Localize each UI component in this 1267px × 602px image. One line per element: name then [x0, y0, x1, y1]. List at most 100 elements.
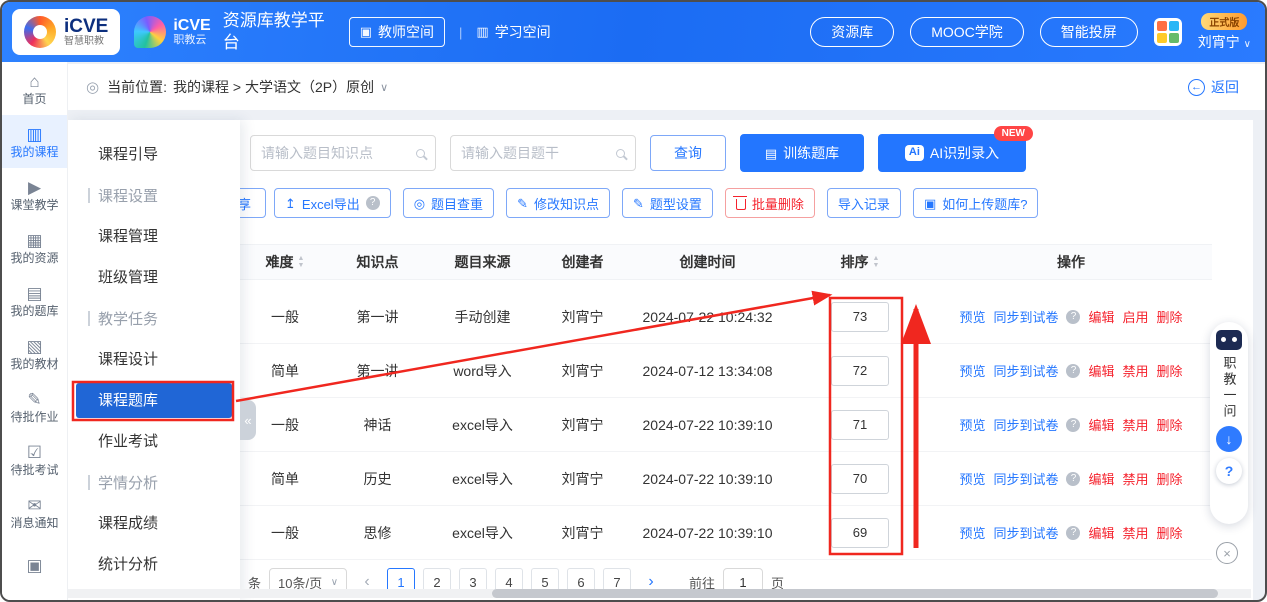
sort-order-input[interactable]	[831, 410, 889, 440]
edit-link[interactable]: 编辑	[1088, 523, 1114, 542]
learning-space-button[interactable]: ▥ 学习空间	[476, 22, 550, 42]
question-type-setting-button[interactable]: ✎ 题型设置	[622, 188, 713, 218]
toggle-status-link[interactable]: 禁用	[1123, 361, 1149, 380]
how-to-upload-button[interactable]: ▣ 如何上传题库?	[913, 188, 1039, 218]
header-question-source: 题目来源	[425, 252, 540, 272]
sort-order-input[interactable]	[831, 518, 889, 548]
delete-link[interactable]: 删除	[1157, 361, 1183, 380]
sync-help-icon[interactable]: ?	[1066, 418, 1080, 432]
sync-help-icon[interactable]: ?	[1066, 526, 1080, 540]
delete-link[interactable]: 删除	[1157, 523, 1183, 542]
header-right: 资源库 MOOC学院 智能投屏 正式版 刘宵宁 ∨	[810, 13, 1251, 52]
sync-help-icon[interactable]: ?	[1066, 310, 1080, 324]
submenu-item-course-grades[interactable]: 课程成绩	[68, 503, 240, 544]
sidebar-item-classroom-teaching[interactable]: ▶ 课堂教学	[2, 168, 67, 221]
submenu-item-course-guide[interactable]: 课程引导	[68, 134, 240, 175]
header-difficulty[interactable]: 难度 ▲▼	[240, 252, 330, 272]
excel-help-icon[interactable]: ?	[366, 196, 380, 210]
submenu-item-course-question-bank[interactable]: 课程题库	[76, 383, 232, 418]
toggle-status-link[interactable]: 启用	[1123, 307, 1149, 326]
sort-order-input[interactable]	[831, 302, 889, 332]
breadcrumb-course-path[interactable]: 我的课程 > 大学语文（2P）原创	[173, 77, 374, 97]
submenu-item-statistics[interactable]: 统计分析	[68, 544, 240, 585]
cell-creator: 刘宵宁	[540, 469, 625, 489]
sidebar-item-my-question-bank[interactable]: ▤ 我的题库	[2, 274, 67, 327]
sync-to-paper-link[interactable]: 同步到试卷	[993, 415, 1058, 434]
ai-recognition-button[interactable]: Ai AI识别录入 NEW	[878, 134, 1026, 172]
help-icon[interactable]: ?	[1216, 458, 1242, 484]
delete-link[interactable]: 删除	[1157, 307, 1183, 326]
question-stem-search-input[interactable]	[461, 145, 610, 161]
sidebar-item-pending-exams[interactable]: ☑ 待批考试	[2, 433, 67, 486]
submenu-item-course-management[interactable]: 课程管理	[68, 216, 240, 257]
import-records-button[interactable]: 导入记录	[827, 188, 901, 218]
sync-to-paper-link[interactable]: 同步到试卷	[993, 307, 1058, 326]
back-button[interactable]: ← 返回	[1188, 77, 1239, 97]
icve-zhijiaoyun-logo[interactable]: iCVE 职教云	[134, 16, 210, 48]
robot-assistant-icon[interactable]	[1216, 330, 1242, 350]
sidebar-item-more[interactable]: ▣	[2, 539, 67, 592]
assistant-label[interactable]: 职教一问	[1223, 356, 1236, 420]
query-button[interactable]: 查询	[650, 135, 726, 171]
apps-icon[interactable]	[1154, 18, 1182, 46]
preview-link[interactable]: 预览	[959, 361, 985, 380]
assistant-close-icon[interactable]: ×	[1216, 542, 1238, 564]
header-sort-order[interactable]: 排序 ▲▼	[790, 252, 930, 272]
training-bank-button[interactable]: ▤ 训练题库	[740, 134, 864, 172]
horizontal-scrollbar-thumb[interactable]	[492, 589, 1218, 598]
sort-arrows-icon[interactable]: ▲▼	[873, 255, 880, 269]
sync-to-paper-link[interactable]: 同步到试卷	[993, 361, 1058, 380]
textbooks-icon: ▧	[26, 338, 42, 355]
preview-link[interactable]: 预览	[959, 523, 985, 542]
sidebar-item-my-resources[interactable]: ▦ 我的资源	[2, 221, 67, 274]
mooc-college-button[interactable]: MOOC学院	[910, 17, 1024, 47]
header-knowledge-point: 知识点	[330, 252, 425, 272]
excel-export-button[interactable]: ↥ Excel导出 ?	[274, 188, 391, 218]
question-dedupe-button[interactable]: ◎ 题目查重	[403, 188, 494, 218]
submenu-item-course-design[interactable]: 课程设计	[68, 339, 240, 380]
breadcrumb-caret-icon[interactable]: ∨	[380, 81, 388, 94]
sync-to-paper-link[interactable]: 同步到试卷	[993, 523, 1058, 542]
teacher-space-button[interactable]: ▣ 教师空间	[349, 17, 445, 47]
toggle-status-link[interactable]: 禁用	[1123, 415, 1149, 434]
course-submenu: 课程引导 课程设置 课程管理 班级管理 教学任务 课程设计 课程题库 作业考试 …	[68, 120, 240, 600]
user-menu[interactable]: 正式版 刘宵宁 ∨	[1198, 13, 1251, 52]
edit-link[interactable]: 编辑	[1088, 469, 1114, 488]
delete-link[interactable]: 删除	[1157, 415, 1183, 434]
sync-help-icon[interactable]: ?	[1066, 472, 1080, 486]
download-icon[interactable]: ↓	[1216, 426, 1242, 452]
sidebar-item-home[interactable]: ⌂ 首页	[2, 62, 67, 115]
submenu-collapse-handle[interactable]: «	[240, 400, 256, 440]
new-badge: NEW	[994, 126, 1033, 141]
sidebar-item-my-textbooks[interactable]: ▧ 我的教材	[2, 327, 67, 380]
cell-creator: 刘宵宁	[540, 307, 625, 327]
edit-link[interactable]: 编辑	[1088, 415, 1114, 434]
sync-help-icon[interactable]: ?	[1066, 364, 1080, 378]
submenu-item-homework-exams[interactable]: 作业考试	[68, 421, 240, 462]
sort-arrows-icon[interactable]: ▲▼	[298, 255, 305, 269]
toggle-status-link[interactable]: 禁用	[1123, 469, 1149, 488]
delete-link[interactable]: 删除	[1157, 469, 1183, 488]
knowledge-point-search-input[interactable]	[261, 145, 410, 161]
sync-to-paper-link[interactable]: 同步到试卷	[993, 469, 1058, 488]
smart-casting-button[interactable]: 智能投屏	[1040, 17, 1138, 47]
preview-link[interactable]: 预览	[959, 415, 985, 434]
submenu-section-course-settings: 课程设置	[68, 175, 240, 216]
sidebar-item-my-courses[interactable]: ▥ 我的课程	[2, 115, 67, 168]
resource-library-button[interactable]: 资源库	[810, 17, 894, 47]
edit-knowledge-button[interactable]: ✎ 修改知识点	[506, 188, 610, 218]
sidebar-item-pending-homework[interactable]: ✎ 待批作业	[2, 380, 67, 433]
submenu-item-class-management[interactable]: 班级管理	[68, 257, 240, 298]
sidebar-item-notifications[interactable]: ✉ 消息通知	[2, 486, 67, 539]
edit-link[interactable]: 编辑	[1088, 361, 1114, 380]
preview-link[interactable]: 预览	[959, 469, 985, 488]
preview-link[interactable]: 预览	[959, 307, 985, 326]
batch-delete-button[interactable]: 批量删除	[725, 188, 815, 218]
icve-zhihuizhijiao-logo[interactable]: iCVE 智慧职教	[12, 9, 120, 55]
toggle-status-link[interactable]: 禁用	[1123, 523, 1149, 542]
search-icon[interactable]	[416, 149, 425, 158]
search-icon[interactable]	[616, 149, 625, 158]
sort-order-input[interactable]	[831, 464, 889, 494]
sort-order-input[interactable]	[831, 356, 889, 386]
edit-link[interactable]: 编辑	[1088, 307, 1114, 326]
